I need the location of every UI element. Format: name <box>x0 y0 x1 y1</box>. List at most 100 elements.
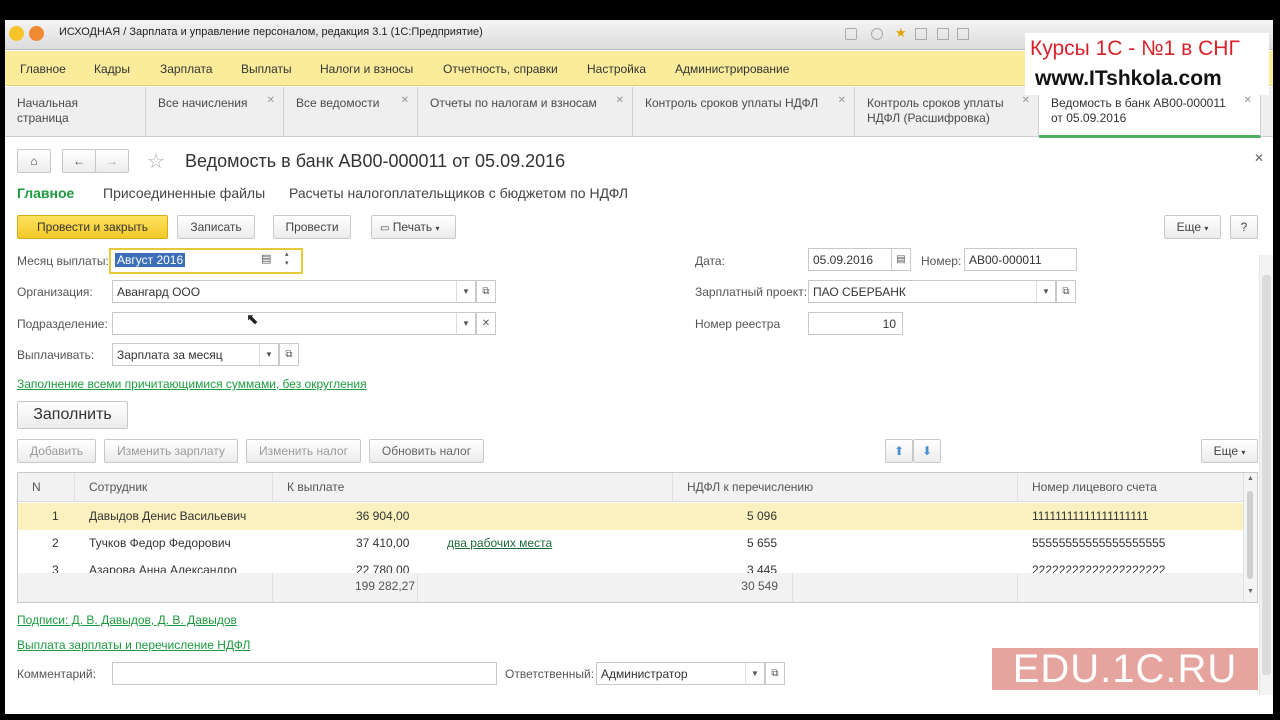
tools-icon[interactable] <box>957 28 969 40</box>
tab-ndfl-control-details[interactable]: Контроль сроков уплаты НДФЛ (Расшифровка… <box>855 87 1039 136</box>
close-icon[interactable]: ✕ <box>267 93 275 108</box>
menu-item-taxes[interactable]: Налоги и взносы <box>320 62 413 76</box>
dept-field[interactable] <box>112 312 457 335</box>
project-open-icon[interactable]: ⧉ <box>1056 280 1076 303</box>
scroll-down-icon[interactable]: ▼ <box>1247 588 1254 595</box>
menu-item-payments[interactable]: Выплаты <box>241 62 292 76</box>
favorite-star-icon[interactable]: ☆ <box>147 149 165 174</box>
number-label: Номер: <box>921 254 962 268</box>
dept-label: Подразделение: <box>17 317 108 331</box>
close-icon[interactable]: ✕ <box>838 93 846 108</box>
favorites-star-icon[interactable]: ★ <box>895 25 907 41</box>
column-header-account[interactable]: Номер лицевого счета <box>1018 473 1244 502</box>
nav-icon[interactable] <box>845 28 857 40</box>
history-icon[interactable] <box>871 28 883 40</box>
print-button[interactable]: ▭ Печать ▾ <box>371 215 456 239</box>
calendar-icon[interactable] <box>937 28 949 40</box>
pay-field[interactable]: Зарплата за месяц <box>112 343 260 366</box>
forward-button[interactable]: → <box>95 149 129 173</box>
cell-note-link[interactable]: два рабочих места <box>447 536 552 550</box>
close-icon[interactable]: ✕ <box>401 93 409 108</box>
table-more-button[interactable]: Еще ▾ <box>1201 439 1258 463</box>
change-tax-button[interactable]: Изменить налог <box>246 439 361 463</box>
project-field[interactable]: ПАО СБЕРБАНК <box>808 280 1037 303</box>
write-button[interactable]: Записать <box>177 215 255 239</box>
total-amount: 199 282,27 <box>273 573 418 602</box>
menu-item-hr[interactable]: Кадры <box>94 62 130 76</box>
scroll-thumb[interactable] <box>1247 491 1253 579</box>
post-button[interactable]: Провести <box>273 215 351 239</box>
back-button[interactable]: ← <box>62 149 96 173</box>
column-header-amount[interactable]: К выплате <box>273 473 673 502</box>
fill-button[interactable]: Заполнить <box>17 401 128 429</box>
dept-clear-icon[interactable]: ✕ <box>476 312 496 335</box>
number-field[interactable]: АВ00-000011 <box>964 248 1077 271</box>
signatures-link[interactable]: Подписи: Д. В. Давыдов, Д. В. Давыдов <box>17 613 237 627</box>
month-field[interactable]: Август 2016 ▤ ▴ ▾ <box>109 248 303 274</box>
page-scrollbar[interactable] <box>1259 255 1273 695</box>
subnav-main[interactable]: Главное <box>17 185 74 201</box>
more-button[interactable]: Еще ▾ <box>1164 215 1221 239</box>
comment-field[interactable] <box>112 662 497 685</box>
menu-item-admin[interactable]: Администрирование <box>675 62 789 76</box>
org-field[interactable]: Авангард ООО <box>112 280 457 303</box>
tab-ndfl-control[interactable]: Контроль сроков уплаты НДФЛ ✕ <box>633 87 855 136</box>
move-up-button[interactable]: ⬆ <box>885 439 913 463</box>
tab-home[interactable]: Начальная страница <box>5 87 146 136</box>
table-scrollbar[interactable]: ▲ ▼ <box>1243 473 1257 602</box>
tab-tax-reports[interactable]: Отчеты по налогам и взносам ✕ <box>418 87 633 136</box>
cell-n: 2 <box>52 536 59 550</box>
help-button[interactable]: ? <box>1230 215 1258 239</box>
cell-tax: 5 655 <box>747 536 778 550</box>
menu-item-reports[interactable]: Отчетность, справки <box>443 62 558 76</box>
move-down-button[interactable]: ⬇ <box>913 439 941 463</box>
scroll-up-icon[interactable]: ▲ <box>1247 475 1254 482</box>
pay-dropdown-icon[interactable]: ▼ <box>259 343 279 366</box>
calendar-icon[interactable]: ▤ <box>261 252 271 265</box>
responsible-dropdown-icon[interactable]: ▼ <box>745 662 765 685</box>
app-menu-icon[interactable] <box>29 26 44 41</box>
home-button[interactable]: ⌂ <box>17 149 51 173</box>
date-calendar-icon[interactable]: ▤ <box>891 248 911 271</box>
menu-item-main[interactable]: Главное <box>20 62 66 76</box>
column-header-employee[interactable]: Сотрудник <box>75 473 273 502</box>
table-row[interactable]: 1 Давыдов Денис Васильевич 36 904,00 5 0… <box>18 503 1244 530</box>
fill-mode-link[interactable]: Заполнение всеми причитающимися суммами,… <box>17 377 367 391</box>
tab-all-statements[interactable]: Все ведомости ✕ <box>284 87 418 136</box>
project-dropdown-icon[interactable]: ▼ <box>1036 280 1056 303</box>
subnav-tax-settlements[interactable]: Расчеты налогоплательщиков с бюджетом по… <box>289 185 628 201</box>
registry-field[interactable]: 10 <box>808 312 903 335</box>
calc-icon[interactable] <box>915 28 927 40</box>
cell-account: 11111111111111111111 <box>1032 509 1149 523</box>
pay-label: Выплачивать: <box>17 348 95 362</box>
responsible-open-icon[interactable]: ⧉ <box>765 662 785 685</box>
update-tax-button[interactable]: Обновить налог <box>369 439 484 463</box>
column-header-n[interactable]: N <box>18 473 75 502</box>
payment-link[interactable]: Выплата зарплаты и перечисление НДФЛ <box>17 638 250 652</box>
menu-item-settings[interactable]: Настройка <box>587 62 646 76</box>
mouse-cursor-icon: ⬉ <box>246 311 259 328</box>
page-scroll-thumb[interactable] <box>1262 275 1271 675</box>
responsible-field[interactable]: Администратор <box>596 662 746 685</box>
tab-label: Ведомость в банк АВ00-000011 от 05.09.20… <box>1051 96 1226 125</box>
change-salary-button[interactable]: Изменить зарплату <box>104 439 238 463</box>
close-icon[interactable]: ✕ <box>1244 93 1252 108</box>
date-field[interactable]: 05.09.2016 <box>808 248 892 271</box>
pay-open-icon[interactable]: ⧉ <box>279 343 299 366</box>
close-document-icon[interactable]: ✕ <box>1254 151 1264 165</box>
app-window: ИСХОДНАЯ / Зарплата и управление персона… <box>5 20 1273 714</box>
menu-item-salary[interactable]: Зарплата <box>160 62 213 76</box>
table-row[interactable]: 2 Тучков Федор Федорович 37 410,00 два р… <box>18 530 1244 557</box>
add-row-button[interactable]: Добавить <box>17 439 96 463</box>
org-open-icon[interactable]: ⧉ <box>476 280 496 303</box>
more-label: Еще <box>1213 444 1239 458</box>
dept-dropdown-icon[interactable]: ▼ <box>456 312 476 335</box>
org-dropdown-icon[interactable]: ▼ <box>456 280 476 303</box>
column-header-tax[interactable]: НДФЛ к перечислению <box>673 473 1018 502</box>
tab-all-accruals[interactable]: Все начисления ✕ <box>146 87 284 136</box>
close-icon[interactable]: ✕ <box>616 93 624 108</box>
close-icon[interactable]: ✕ <box>1022 93 1030 108</box>
spin-icon[interactable]: ▴ ▾ <box>285 250 289 268</box>
post-and-close-button[interactable]: Провести и закрыть <box>17 215 168 239</box>
subnav-attached-files[interactable]: Присоединенные файлы <box>103 185 265 201</box>
